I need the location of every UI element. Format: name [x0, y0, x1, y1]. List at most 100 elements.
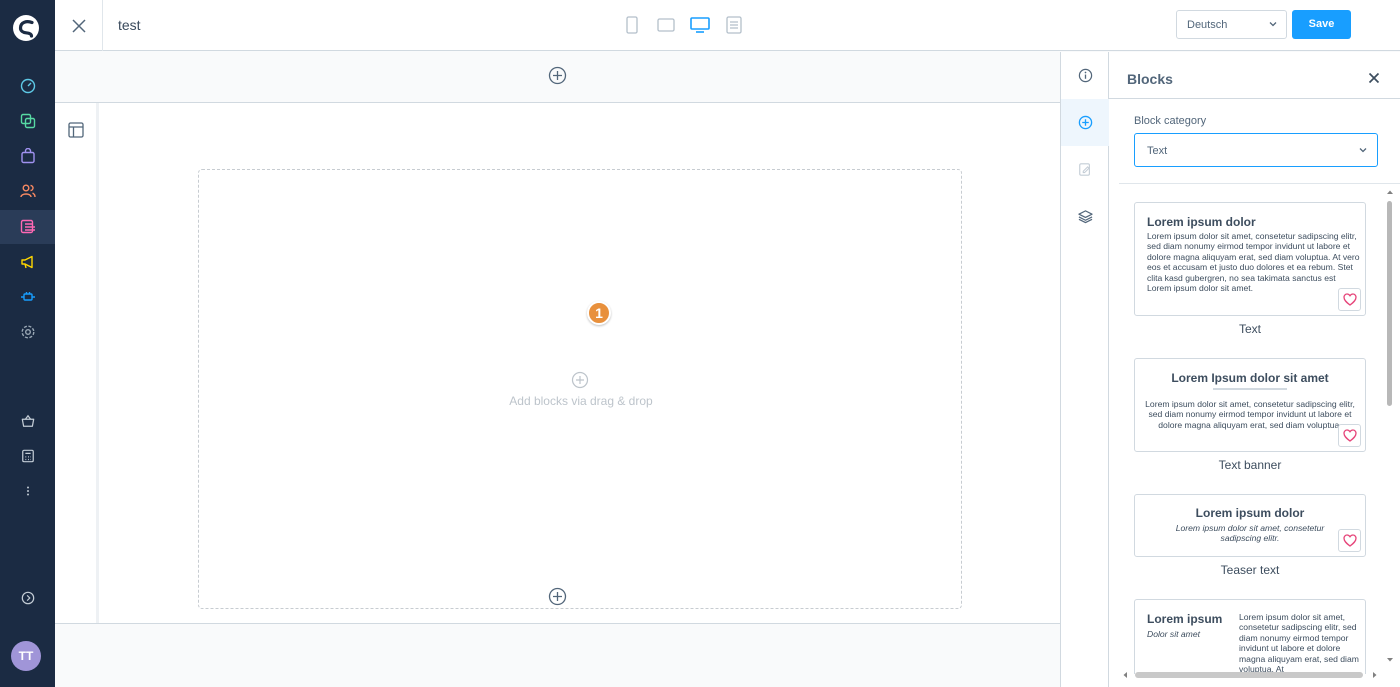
block-label: Text: [1238, 322, 1261, 336]
block-label: Teaser text: [1220, 563, 1280, 577]
nav-collapse[interactable]: [0, 581, 55, 615]
calculator-icon: [21, 449, 34, 463]
block-preview-title: Lorem Ipsum dolor sit amet: [1171, 371, 1329, 385]
close-icon[interactable]: [1368, 72, 1380, 84]
close-icon: [71, 18, 86, 33]
shopping-bag-icon: [20, 148, 35, 164]
layout-icon[interactable]: [68, 122, 84, 138]
add-section-bottom-button[interactable]: [548, 587, 567, 606]
tablet-icon: [657, 18, 675, 32]
nav-more[interactable]: [0, 474, 55, 508]
dashboard-icon: [20, 78, 35, 94]
vertical-scrollbar[interactable]: [1384, 186, 1396, 666]
nav-dashboard[interactable]: [0, 69, 55, 103]
language-select[interactable]: Deutsch: [1176, 10, 1287, 39]
favorite-button[interactable]: [1338, 529, 1361, 552]
close-editor-button[interactable]: [55, 0, 103, 51]
chevron-circle-right-icon: [21, 591, 34, 605]
add-section-top-button[interactable]: [548, 66, 567, 85]
block-preview-text-two-column[interactable]: Lorem ipsum Dolor sit amet Lorem ipsum d…: [1134, 599, 1366, 674]
user-avatar[interactable]: TT: [11, 641, 41, 671]
scrollbar-thumb[interactable]: [1135, 672, 1363, 678]
layout-canvas: Add blocks via drag & drop: [55, 52, 1060, 687]
scroll-right-icon: [1373, 672, 1377, 678]
sidebar-tabs: [1060, 52, 1109, 687]
layout-title: test: [118, 17, 141, 33]
chevron-down-icon: [1269, 22, 1277, 27]
tab-page-settings[interactable]: [1061, 52, 1109, 99]
layers-icon: [1077, 210, 1093, 224]
scroll-up-icon: [1387, 190, 1393, 194]
favorite-button[interactable]: [1338, 288, 1361, 311]
mobile-view-button[interactable]: [622, 15, 642, 35]
chevron-down-icon: [1359, 148, 1367, 153]
block-preview-text: Lorem ipsum dolor sit amet, consetetur s…: [1147, 231, 1360, 294]
nav-sales-channel-storefront[interactable]: [0, 404, 55, 438]
nav-orders[interactable]: [0, 139, 55, 173]
nav-settings[interactable]: [0, 315, 55, 349]
desktop-view-button[interactable]: [690, 15, 710, 35]
section-settings-bar: [55, 103, 99, 623]
nav-extensions[interactable]: [0, 280, 55, 314]
block-category-value: Text: [1147, 145, 1168, 157]
edit-document-icon: [1079, 163, 1090, 176]
favorite-button[interactable]: [1338, 424, 1361, 447]
layout-section: Add blocks via drag & drop: [55, 102, 1060, 624]
block-preview-text-banner[interactable]: Lorem Ipsum dolor sit amet Lorem ipsum d…: [1134, 358, 1366, 452]
nav-catalogues[interactable]: [0, 104, 55, 138]
editor-toolbar: test Deutsch Save: [55, 0, 1400, 51]
shopware-logo[interactable]: [12, 14, 40, 42]
panel-title: Blocks: [1127, 71, 1173, 87]
block-preview-title: Lorem ipsum: [1147, 612, 1223, 626]
block-category-select[interactable]: Text: [1134, 133, 1378, 167]
tab-edit-block[interactable]: [1061, 146, 1109, 193]
plug-icon: [20, 292, 35, 301]
scroll-down-icon: [1387, 658, 1393, 662]
nav-marketing[interactable]: [0, 245, 55, 279]
blocks-panel: Blocks Block category Text Lorem ipsum d…: [1109, 52, 1400, 687]
block-preview-title: Lorem ipsum dolor: [1195, 506, 1305, 520]
block-preview-title: Lorem ipsum dolor: [1147, 215, 1256, 229]
heart-icon: [1342, 534, 1357, 547]
block-preview-teaser-text[interactable]: Lorem ipsum dolor Lorem ipsum dolor sit …: [1134, 494, 1366, 557]
form-icon: [726, 16, 742, 34]
heart-icon: [1342, 429, 1357, 442]
block-preview-text[interactable]: Lorem ipsum dolor Lorem ipsum dolor sit …: [1134, 202, 1366, 316]
annotation-badge-1: 1: [587, 301, 611, 325]
scrollbar-thumb[interactable]: [1387, 201, 1392, 406]
tablet-view-button[interactable]: [656, 15, 676, 35]
plus-circle-icon: [571, 371, 589, 389]
megaphone-icon: [20, 255, 33, 269]
block-preview-text: Lorem ipsum dolor sit amet, consetetur s…: [1145, 399, 1355, 430]
block-category-label: Block category: [1134, 115, 1207, 127]
gear-icon: [20, 325, 35, 339]
divider: [1213, 388, 1287, 390]
info-icon: [1078, 68, 1092, 83]
scroll-left-icon: [1123, 672, 1127, 678]
nav-sales-channel-pos[interactable]: [0, 439, 55, 473]
block-preview-text: Lorem ipsum dolor sit amet, consetetur s…: [1239, 612, 1359, 674]
block-label: Text banner: [1218, 458, 1282, 472]
tab-navigator[interactable]: [1061, 193, 1109, 240]
admin-sidebar: TT: [0, 0, 55, 687]
viewport-switcher: [622, 15, 744, 35]
block-list: Lorem ipsum dolor Lorem ipsum dolor sit …: [1109, 184, 1386, 674]
plus-circle-icon: [1078, 115, 1092, 130]
save-button[interactable]: Save: [1292, 10, 1351, 39]
form-view-button[interactable]: [724, 15, 744, 35]
nav-content[interactable]: [0, 210, 55, 244]
nav-customers[interactable]: [0, 174, 55, 208]
more-vertical-icon: [26, 486, 29, 496]
block-dropzone[interactable]: Add blocks via drag & drop: [198, 169, 962, 609]
language-value: Deutsch: [1187, 19, 1228, 31]
desktop-icon: [690, 17, 710, 33]
panel-header: Blocks: [1109, 52, 1400, 99]
block-preview-text: Lorem ipsum dolor sit amet, consetetur s…: [1175, 523, 1325, 544]
dropzone-hint: Add blocks via drag & drop: [509, 394, 653, 408]
catalogue-icon: [20, 113, 35, 129]
content-icon: [20, 219, 35, 234]
users-icon: [19, 184, 36, 198]
heart-icon: [1342, 293, 1357, 306]
horizontal-scrollbar[interactable]: [1119, 668, 1389, 682]
tab-blocks[interactable]: [1061, 99, 1109, 146]
